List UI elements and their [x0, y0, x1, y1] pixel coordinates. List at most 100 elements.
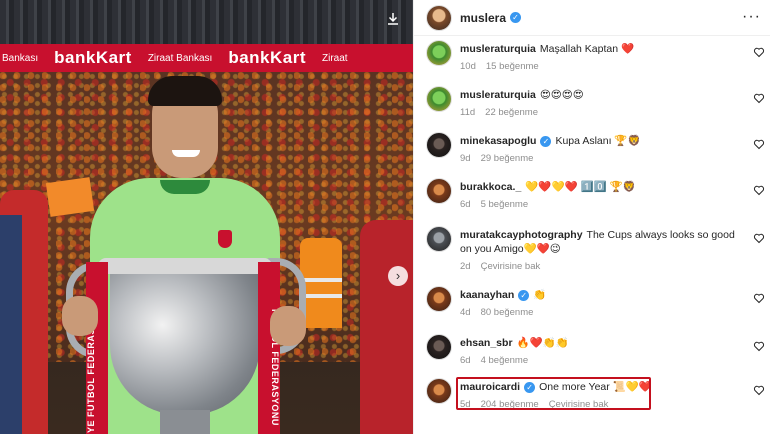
comment-meta: 6d 5 beğenme [460, 198, 746, 212]
verified-badge-icon: ✓ [540, 135, 552, 147]
comment-row: burakkoca._ 💛❤️💛❤️ 1️⃣0️⃣ 🏆🦁 6d 5 beğenme [414, 178, 770, 226]
hand [62, 296, 98, 336]
banner-text: Ziraat [322, 52, 348, 64]
comment-username[interactable]: minekasapoglu [460, 135, 536, 147]
comment-body: ehsan_sbr 🔥❤️👏👏 6d 4 beğenme [460, 336, 746, 368]
comment-time: 5d [460, 399, 471, 410]
heart-outline-icon[interactable] [753, 384, 765, 396]
comment-line: burakkoca._ 💛❤️💛❤️ 1️⃣0️⃣ 🏆🦁 [460, 180, 746, 194]
comment-meta: 2d Çevirisine bak [460, 260, 746, 274]
post-photo[interactable]: Bankası bankKart Ziraat Bankası bankKart… [0, 0, 413, 434]
avatar[interactable] [426, 226, 452, 252]
like-count[interactable]: 80 beğenme [481, 306, 534, 320]
comment-meta: 9d 29 beğenme [460, 152, 746, 166]
avatar[interactable] [426, 40, 452, 66]
heart-outline-icon[interactable] [753, 232, 765, 244]
avatar[interactable] [426, 4, 452, 31]
comment-meta: 10d 15 beğenme [460, 60, 746, 74]
comment-row: muslerаturquia Maşallah Kaptan ❤️ 10d 15 be… [414, 40, 770, 88]
comment-line: minekasapoglu ✓ Kupa Aslanı 🏆🦁 [460, 134, 746, 148]
comment-time: 2d [460, 261, 471, 272]
like-count[interactable]: 29 beğenme [481, 152, 534, 166]
see-translation-link[interactable]: Çevirisine bak [549, 398, 609, 412]
heart-outline-icon[interactable] [753, 292, 765, 304]
comment-username[interactable]: muslerаturquia [460, 43, 536, 55]
comment-username[interactable]: burakkoca._ [460, 181, 521, 193]
verified-badge-icon: ✓ [524, 381, 536, 393]
heart-outline-icon[interactable] [753, 184, 765, 196]
more-options-icon[interactable]: ··· [742, 9, 761, 25]
comment-time: 9d [460, 153, 471, 164]
avatar[interactable] [426, 86, 452, 112]
background-person [0, 215, 22, 434]
comment-body: muratakcayphotography The Cups always loo… [460, 228, 746, 274]
avatar[interactable] [426, 286, 452, 312]
sponsor-banner: Bankası bankKart Ziraat Bankası bankKart… [0, 44, 413, 72]
hand [270, 306, 306, 346]
like-count[interactable]: 4 beğenme [481, 354, 529, 368]
comment-line: mauroicardi ✓ One more Year 📜💛❤️ [460, 380, 746, 394]
comment-text: Maşallah Kaptan ❤️ [539, 43, 635, 55]
comment-meta: 6d 4 beğenme [460, 354, 746, 368]
like-count[interactable]: 204 beğenme [481, 398, 539, 412]
heart-outline-icon[interactable] [753, 138, 765, 150]
jersey-collar [160, 180, 210, 194]
comment-body: muslerаturquia Maşallah Kaptan ❤️ 10d 15 be… [460, 42, 746, 74]
verified-badge-icon: ✓ [518, 289, 530, 301]
comment-row: muslerаturquia 😍😍😍😍 11d 22 beğenme [414, 86, 770, 134]
comment-text: 😍😍😍😍 [539, 89, 584, 101]
like-count[interactable]: 5 beğenme [481, 198, 529, 212]
trophy-stem [160, 410, 210, 434]
comment-meta: 5d 204 beğenme Çevirisine bak [460, 398, 746, 412]
like-count[interactable]: 22 beğenme [485, 106, 538, 120]
comment-text: 💛❤️💛❤️ 1️⃣0️⃣ 🏆🦁 [525, 181, 636, 193]
heart-outline-icon[interactable] [753, 340, 765, 352]
banner-text: Bankası [2, 52, 39, 64]
stadium-stands [0, 0, 413, 44]
comment-text: 👏 [533, 289, 547, 301]
avatar[interactable] [426, 178, 452, 204]
comment-username[interactable]: kaanayhan [460, 289, 514, 301]
comment-username[interactable]: mauroicardi [460, 381, 520, 393]
comments-pane: muslera ✓ ··· muslerаturquia Maşallah Kap… [413, 0, 770, 434]
comment-row: kaanayhan ✓ 👏 4d 80 beğenme [414, 286, 770, 334]
chevron-right-icon[interactable]: › [388, 266, 408, 286]
like-count[interactable]: 15 beğenme [486, 60, 539, 74]
comment-username[interactable]: muratakcayphotography [460, 229, 583, 241]
comment-body: muslerаturquia 😍😍😍😍 11d 22 beğenme [460, 88, 746, 120]
comment-text: 🔥❤️👏👏 [516, 337, 569, 349]
comment-time: 4d [460, 307, 471, 318]
comment-text: Kupa Aslanı 🏆🦁 [555, 135, 641, 147]
background-person [360, 220, 413, 434]
avatar[interactable] [426, 378, 452, 404]
trophy [110, 265, 260, 415]
heart-outline-icon[interactable] [753, 46, 765, 58]
post-header: muslera ✓ ··· [414, 0, 770, 36]
comment-line: muslerаturquia Maşallah Kaptan ❤️ [460, 42, 746, 56]
comment-body: minekasapoglu ✓ Kupa Aslanı 🏆🦁 9d 29 beğenme [460, 134, 746, 166]
trophy-rim [98, 258, 272, 274]
comment-text: One more Year 📜💛❤️ [539, 381, 652, 393]
comment-line: muratakcayphotography The Cups always loo… [460, 228, 746, 256]
heart-outline-icon[interactable] [753, 92, 765, 104]
comment-row: muratakcayphotography The Cups always loo… [414, 226, 770, 274]
comment-row: minekasapoglu ✓ Kupa Aslanı 🏆🦁 9d 29 beğenme [414, 132, 770, 180]
post-username[interactable]: muslera [460, 11, 506, 25]
comment-time: 10d [460, 61, 476, 72]
comment-meta: 11d 22 beğenme [460, 106, 746, 120]
comment-body: mauroicardi ✓ One more Year 📜💛❤️ 5d 204 beğe… [460, 380, 746, 412]
comment-row: ehsan_sbr 🔥❤️👏👏 6d 4 beğenme [414, 334, 770, 382]
comment-time: 6d [460, 199, 471, 210]
orange-flag [45, 177, 95, 217]
goalkeeper-hair [148, 76, 222, 106]
comment-body: kaanayhan ✓ 👏 4d 80 beğenme [460, 288, 746, 320]
comment-username[interactable]: muslerаturquia [460, 89, 536, 101]
club-crest [218, 230, 232, 248]
steward [300, 238, 342, 328]
comment-username[interactable]: ehsan_sbr [460, 337, 513, 349]
download-icon[interactable] [386, 12, 400, 26]
see-translation-link[interactable]: Çevirisine bak [481, 260, 541, 274]
avatar[interactable] [426, 334, 452, 360]
comment-line: kaanayhan ✓ 👏 [460, 288, 746, 302]
avatar[interactable] [426, 132, 452, 158]
